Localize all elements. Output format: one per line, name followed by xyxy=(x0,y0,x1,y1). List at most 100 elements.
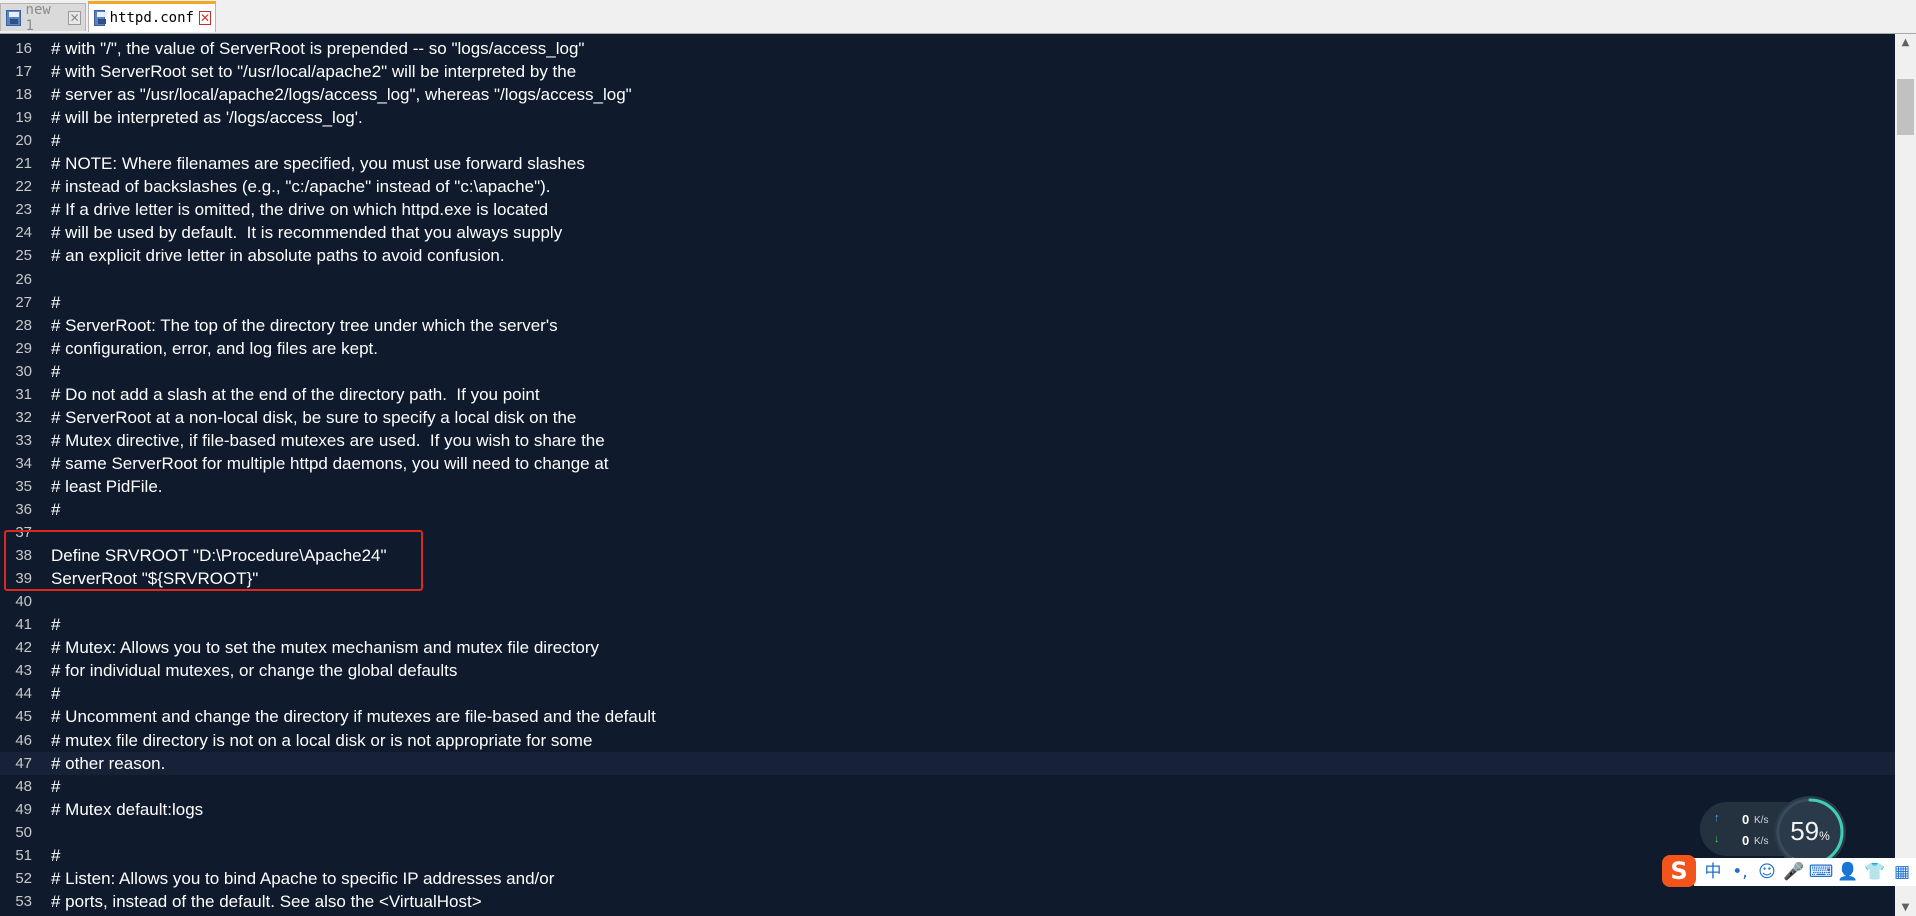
scroll-up-arrow[interactable]: ▲ xyxy=(1895,34,1916,51)
line-number: 49 xyxy=(15,800,32,818)
line-number: 47 xyxy=(15,754,32,772)
highlight-annotation xyxy=(4,530,423,591)
line-text[interactable]: # for individual mutexes, or change the … xyxy=(51,659,457,682)
line-text[interactable]: # ServerRoot: The top of the directory t… xyxy=(51,314,558,337)
editor-line[interactable]: 50 xyxy=(0,821,1895,844)
line-number: 19 xyxy=(15,109,32,127)
line-text[interactable]: # server as "/usr/local/apache2/logs/acc… xyxy=(51,83,632,106)
editor-line[interactable]: 36 # xyxy=(0,498,1895,521)
editor-line[interactable]: 18 # server as "/usr/local/apache2/logs/a… xyxy=(0,83,1895,106)
editor-line[interactable]: 41 # xyxy=(0,613,1895,636)
editor-line[interactable]: 29 # configuration, error, and log files … xyxy=(0,337,1895,360)
line-number: 30 xyxy=(15,362,32,380)
editor-line[interactable]: 35 # least PidFile. xyxy=(0,475,1895,498)
editor-line[interactable]: 23 # If a drive letter is omitted, the dr… xyxy=(0,198,1895,221)
editor-line[interactable]: 19 # will be interpreted as '/logs/access… xyxy=(0,106,1895,129)
editor-line[interactable]: 48 # xyxy=(0,775,1895,798)
sogou-logo-icon[interactable]: S xyxy=(1662,855,1696,887)
editor-line[interactable]: 31 # Do not add a slash at the end of the… xyxy=(0,383,1895,406)
line-number: 41 xyxy=(15,616,32,634)
line-text[interactable]: # same ServerRoot for multiple httpd dae… xyxy=(51,452,609,475)
editor-line[interactable]: 52 # Listen: Allows you to bind Apache to… xyxy=(0,867,1895,890)
code-editor[interactable]: 16 # with "/", the value of ServerRoot is… xyxy=(0,34,1895,916)
editor-line[interactable]: 46 # mutex file directory is not on a loc… xyxy=(0,729,1895,752)
line-text[interactable]: # Mutex: Allows you to set the mutex mec… xyxy=(51,636,599,659)
editor-line[interactable]: 33 # Mutex directive, if file-based mutex… xyxy=(0,429,1895,452)
editor-line[interactable]: 45 # Uncomment and change the directory i… xyxy=(0,705,1895,728)
editor-line[interactable]: 51 # xyxy=(0,844,1895,867)
line-text[interactable]: # ServerRoot at a non-local disk, be sur… xyxy=(51,406,576,429)
editor-line[interactable]: 43 # for individual mutexes, or change th… xyxy=(0,659,1895,682)
editor-line[interactable]: 16 # with "/", the value of ServerRoot is… xyxy=(0,37,1895,60)
microphone-icon[interactable]: 🎤 xyxy=(1781,858,1807,886)
line-text[interactable]: # xyxy=(51,775,60,798)
editor-line[interactable]: 53 # ports, instead of the default. See a… xyxy=(0,890,1895,913)
line-text[interactable]: # xyxy=(51,291,60,314)
tab-new-1[interactable]: new 1 ✕ xyxy=(0,2,86,34)
line-text[interactable]: # mutex file directory is not on a local… xyxy=(51,729,592,752)
editor-line[interactable]: 42 # Mutex: Allows you to set the mutex m… xyxy=(0,636,1895,659)
editor-line[interactable]: 25 # an explicit drive letter in absolute… xyxy=(0,244,1895,267)
editor-line[interactable]: 44 # xyxy=(0,682,1895,705)
line-text[interactable]: # instead of backslashes (e.g., "c:/apac… xyxy=(51,175,550,198)
line-number: 31 xyxy=(15,385,32,403)
editor-line[interactable]: 22 # instead of backslashes (e.g., "c:/ap… xyxy=(0,175,1895,198)
line-text[interactable]: # will be interpreted as '/logs/access_l… xyxy=(51,106,363,129)
editor-line[interactable]: 49 # Mutex default:logs xyxy=(0,798,1895,821)
tab-httpd-conf[interactable]: httpd.conf ✕ xyxy=(88,1,216,32)
chinese-mode-icon[interactable]: 中 xyxy=(1700,858,1726,886)
line-text[interactable]: # Mutex default:logs xyxy=(51,798,203,821)
editor-line[interactable]: 30 # xyxy=(0,360,1895,383)
close-icon[interactable]: ✕ xyxy=(68,10,81,25)
line-text[interactable]: # Uncomment and change the directory if … xyxy=(51,705,656,728)
line-text[interactable]: # with ServerRoot set to "/usr/local/apa… xyxy=(51,60,576,83)
line-text[interactable]: # xyxy=(51,498,60,521)
line-text[interactable]: # configuration, error, and log files ar… xyxy=(51,337,378,360)
editor-line[interactable]: 17 # with ServerRoot set to "/usr/local/a… xyxy=(0,60,1895,83)
toolbox-icon[interactable]: ▦ xyxy=(1889,858,1915,886)
emoji-icon[interactable]: ☺ xyxy=(1754,858,1780,886)
line-text[interactable]: # xyxy=(51,360,60,383)
editor-line[interactable]: 40 xyxy=(0,590,1895,613)
editor-line[interactable]: 28 # ServerRoot: The top of the directory… xyxy=(0,314,1895,337)
line-text[interactable]: # xyxy=(51,682,60,705)
editor-line[interactable]: 34 # same ServerRoot for multiple httpd d… xyxy=(0,452,1895,475)
line-text[interactable]: # with "/", the value of ServerRoot is p… xyxy=(51,37,584,60)
line-text[interactable]: # ports, instead of the default. See als… xyxy=(51,890,482,913)
scroll-thumb[interactable] xyxy=(1897,79,1914,135)
line-text[interactable]: # xyxy=(51,613,60,636)
line-text[interactable]: # If a drive letter is omitted, the driv… xyxy=(51,198,548,221)
line-text[interactable]: # xyxy=(51,844,60,867)
editor-line[interactable]: 24 # will be used by default. It is recom… xyxy=(0,221,1895,244)
user-icon[interactable]: 👤 xyxy=(1835,858,1861,886)
skin-icon[interactable]: 👕 xyxy=(1862,858,1888,886)
line-text[interactable]: # Do not add a slash at the end of the d… xyxy=(51,383,540,406)
punctuation-icon[interactable]: •, xyxy=(1727,858,1753,886)
gauge-unit: % xyxy=(1819,829,1830,843)
keyboard-icon[interactable]: ⌨ xyxy=(1808,858,1834,886)
line-number: 16 xyxy=(15,40,32,57)
line-text[interactable]: # NOTE: Where filenames are specified, y… xyxy=(51,152,585,175)
editor-line[interactable]: 27 # xyxy=(0,291,1895,314)
line-text[interactable]: # least PidFile. xyxy=(51,475,163,498)
line-text[interactable]: # Mutex directive, if file-based mutexes… xyxy=(51,429,605,452)
editor-line[interactable]: 26 xyxy=(0,268,1895,291)
line-number: 23 xyxy=(15,201,32,219)
vertical-scrollbar[interactable]: ▲ ▼ xyxy=(1895,34,1916,916)
scroll-down-arrow[interactable]: ▼ xyxy=(1895,899,1916,916)
line-text[interactable]: # xyxy=(51,129,60,152)
line-text[interactable]: # Listen: Allows you to bind Apache to s… xyxy=(51,867,554,890)
line-number: 25 xyxy=(15,247,32,265)
line-number: 50 xyxy=(15,823,32,841)
editor-line[interactable]: 21 # NOTE: Where filenames are specified,… xyxy=(0,152,1895,175)
editor-line[interactable]: 32 # ServerRoot at a non-local disk, be s… xyxy=(0,406,1895,429)
line-text[interactable]: # an explicit drive letter in absolute p… xyxy=(51,244,505,267)
editor-line[interactable]: 20 # xyxy=(0,129,1895,152)
close-icon[interactable]: ✕ xyxy=(198,11,211,25)
upload-value: 0 xyxy=(1742,812,1750,827)
editor-line[interactable]: 47 # other reason. xyxy=(0,751,1895,775)
line-text[interactable]: # other reason. xyxy=(51,752,165,775)
file-icon xyxy=(6,9,21,26)
line-text[interactable]: # will be used by default. It is recomme… xyxy=(51,221,562,244)
line-number: 46 xyxy=(15,731,32,749)
